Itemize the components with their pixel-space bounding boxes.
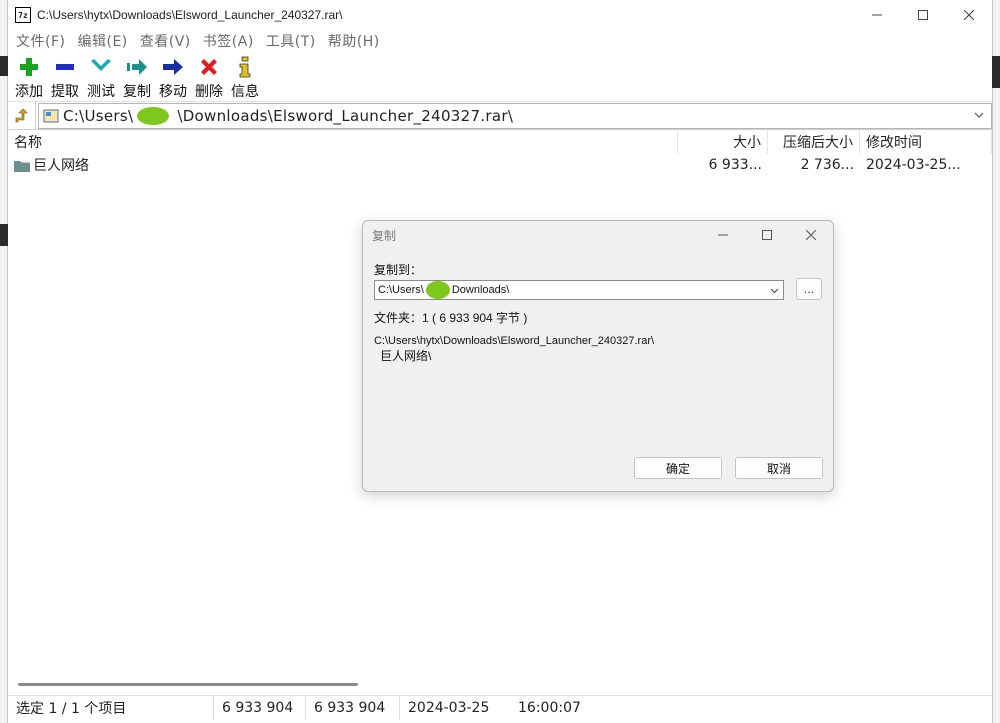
redacted-username xyxy=(424,281,452,299)
background-block xyxy=(0,224,8,246)
destination-prefix: C:\Users\ xyxy=(378,284,424,296)
move-arrow-icon xyxy=(162,56,184,78)
row-name-cell: 巨人网络 xyxy=(8,155,678,175)
close-icon xyxy=(806,230,816,240)
minimize-icon xyxy=(718,234,728,236)
info-icon xyxy=(234,56,256,78)
minimize-icon xyxy=(872,14,882,16)
address-bar[interactable]: C:\Users\ \Downloads\Elsword_Launcher_24… xyxy=(38,102,992,129)
row-modified: 2024-03-25... xyxy=(866,157,961,173)
status-selected: 选定 1 / 1 个项目 xyxy=(8,695,214,720)
move-button[interactable]: 移动 xyxy=(155,52,191,101)
source-path: C:\Users\hytx\Downloads\Elsword_Launcher… xyxy=(374,335,655,347)
status-size: 6 933 904 xyxy=(214,695,306,720)
delete-x-icon xyxy=(198,56,220,78)
menu-file[interactable]: 文件(F) xyxy=(16,31,65,51)
status-bar: 选定 1 / 1 个项目 6 933 904 6 933 904 2024-03… xyxy=(8,695,992,720)
maximize-button[interactable] xyxy=(900,0,946,30)
ok-button[interactable]: 确定 xyxy=(634,457,722,479)
column-packed-size[interactable]: 压缩后大小 xyxy=(768,130,860,154)
redaction-mark xyxy=(137,106,170,125)
close-button[interactable] xyxy=(946,0,992,30)
move-label: 移动 xyxy=(159,84,187,100)
archive-file-icon xyxy=(43,109,59,122)
dialog-close-button[interactable] xyxy=(789,221,833,249)
column-modified[interactable]: 修改时间 xyxy=(860,130,992,154)
up-folder-button[interactable] xyxy=(8,101,36,130)
sevenzip-app-icon: 7z xyxy=(15,7,31,23)
info-label: 信息 xyxy=(231,84,259,100)
row-name: 巨人网络 xyxy=(33,158,89,174)
add-button[interactable]: 添加 xyxy=(11,52,47,101)
extract-label: 提取 xyxy=(51,84,79,100)
dialog-title: 复制 xyxy=(372,228,397,243)
chevron-down-icon[interactable] xyxy=(769,285,780,296)
background-block xyxy=(992,56,1000,88)
address-path-suffix: \Downloads\Elsword_Launcher_240327.rar\ xyxy=(177,106,514,125)
close-icon xyxy=(964,10,974,20)
chevron-down-icon[interactable] xyxy=(973,109,985,121)
table-row[interactable]: 巨人网络 6 933... 2 736... 2024-03-25... xyxy=(8,154,992,176)
dialog-minimize-button[interactable] xyxy=(701,221,745,249)
column-size[interactable]: 大小 xyxy=(678,130,768,154)
plus-icon xyxy=(18,56,40,78)
menu-edit[interactable]: 编辑(E) xyxy=(77,31,127,51)
source-item: 巨人网络\ xyxy=(380,349,432,363)
copy-label: 复制 xyxy=(123,84,151,100)
browse-button[interactable]: ... xyxy=(796,278,822,300)
cancel-button[interactable]: 取消 xyxy=(735,457,823,479)
menu-help[interactable]: 帮助(H) xyxy=(328,31,380,51)
add-label: 添加 xyxy=(15,84,43,100)
copy-button[interactable]: 复制 xyxy=(119,52,155,101)
redacted-username xyxy=(133,106,177,125)
test-button[interactable]: 测试 xyxy=(83,52,119,101)
status-date: 2024-03-25 xyxy=(408,699,490,716)
copy-dialog: 复制 复制到： C:\Users\ Downloads\ ... 文件夹：1 (… xyxy=(362,220,834,492)
dialog-title-bar[interactable]: 复制 xyxy=(363,221,833,249)
destination-combobox[interactable]: C:\Users\ Downloads\ xyxy=(374,280,784,300)
maximize-icon xyxy=(762,230,772,240)
menu-bookmarks[interactable]: 书签(A) xyxy=(203,31,254,51)
window-title: C:\Users\hytx\Downloads\Elsword_Launcher… xyxy=(37,8,343,22)
minus-icon xyxy=(54,56,76,78)
status-time: 16:00:07 xyxy=(518,699,581,716)
toolbar: 添加 提取 测试 复制 移动 删除 信息 xyxy=(8,52,992,102)
test-label: 测试 xyxy=(87,84,115,100)
delete-button[interactable]: 删除 xyxy=(191,52,227,101)
row-packed-size: 2 736... xyxy=(800,157,854,173)
menu-view[interactable]: 查看(V) xyxy=(140,31,191,51)
folder-icon xyxy=(14,160,30,172)
address-path-prefix: C:\Users\ xyxy=(63,106,134,125)
maximize-icon xyxy=(918,10,928,20)
title-bar[interactable]: 7z C:\Users\hytx\Downloads\Elsword_Launc… xyxy=(8,0,992,30)
minimize-button[interactable] xyxy=(854,0,900,30)
background-window-right xyxy=(992,0,1000,723)
delete-label: 删除 xyxy=(195,84,223,100)
dialog-maximize-button[interactable] xyxy=(745,221,789,249)
background-block xyxy=(0,56,8,76)
status-packed: 6 933 904 xyxy=(306,695,400,720)
background-window-left xyxy=(0,0,8,723)
redaction-mark xyxy=(425,281,450,299)
info-button[interactable]: 信息 xyxy=(227,52,263,101)
copy-arrow-icon xyxy=(126,56,148,78)
up-arrow-icon xyxy=(15,108,28,122)
horizontal-scrollbar[interactable] xyxy=(18,683,358,686)
column-name[interactable]: 名称 xyxy=(8,130,678,154)
copy-to-label: 复制到： xyxy=(374,263,423,277)
menu-tools[interactable]: 工具(T) xyxy=(266,31,316,51)
folder-info: 文件夹：1 ( 6 933 904 字节 ) xyxy=(374,311,528,325)
list-header: 名称 大小 压缩后大小 修改时间 xyxy=(8,130,992,154)
extract-button[interactable]: 提取 xyxy=(47,52,83,101)
menu-bar: 文件(F) 编辑(E) 查看(V) 书签(A) 工具(T) 帮助(H) xyxy=(8,30,992,52)
address-row: C:\Users\ \Downloads\Elsword_Launcher_24… xyxy=(8,101,992,130)
row-size: 6 933... xyxy=(708,157,762,173)
check-chevron-icon xyxy=(90,56,112,78)
destination-suffix: Downloads\ xyxy=(451,284,510,296)
